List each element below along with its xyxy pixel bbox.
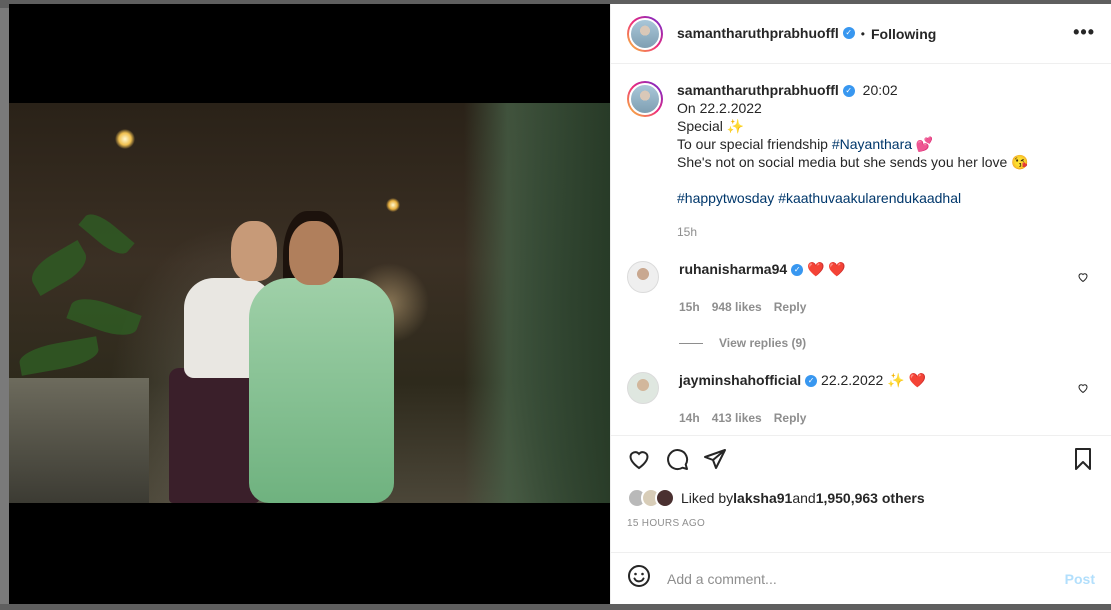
following-button[interactable]: Following: [871, 26, 936, 42]
photo-person-skirt: [169, 368, 259, 503]
post-sidebar: samantharuthprabhuoffl ✓ • Following ••• …: [610, 4, 1111, 604]
commenter-username[interactable]: jayminshahofficial: [679, 372, 801, 388]
caption-line-text: To our special friendship: [677, 136, 832, 152]
posted-ago[interactable]: 15 HOURS AGO: [627, 518, 1095, 529]
comment-text: ❤️ ❤️: [807, 261, 846, 277]
commenter-avatar[interactable]: [627, 261, 659, 293]
caption: samantharuthprabhuoffl ✓ 20:02 On 22.2.20…: [627, 81, 1095, 241]
caption-hashtags: #happytwosday #kaathuvaakularendukaadhal: [677, 189, 1029, 207]
verified-icon: ✓: [842, 85, 855, 98]
comment-age[interactable]: 14h: [679, 411, 700, 425]
verified-icon: ✓: [791, 264, 804, 277]
view-replies-label[interactable]: View replies (9): [719, 336, 806, 350]
emoji-icon[interactable]: [627, 564, 651, 593]
photo-person-head: [289, 221, 339, 285]
comment-text: 22.2.2022 ✨ ❤️: [821, 372, 926, 388]
comment-body: jayminshahofficial ✓ 22.2.2022 ✨ ❤️ 14h 4…: [679, 372, 926, 425]
comment-icon[interactable]: [665, 447, 689, 476]
liker-username[interactable]: laksha91: [733, 490, 792, 506]
comment-like-heart-icon[interactable]: [1077, 271, 1089, 283]
photo-leaf: [25, 240, 93, 296]
caption-avatar[interactable]: [627, 81, 663, 117]
caption-line: To our special friendship #Nayanthara 💕: [677, 135, 1029, 153]
post-comment-button[interactable]: Post: [1065, 571, 1095, 587]
photo-leaf: [78, 207, 135, 261]
photo-person-head: [231, 221, 277, 281]
photo-person-dress: [249, 278, 394, 503]
caption-age: 15h: [677, 225, 698, 239]
photo-leaf: [66, 291, 142, 343]
author-username-text[interactable]: samantharuthprabhuoffl: [677, 25, 839, 41]
comments-pane[interactable]: samantharuthprabhuoffl ✓ 20:02 On 22.2.20…: [611, 65, 1111, 435]
caption-body: samantharuthprabhuoffl ✓ 20:02 On 22.2.20…: [677, 81, 1029, 241]
comment-body: ruhanisharma94 ✓ ❤️ ❤️ 15h 948 likes Repl…: [679, 261, 846, 314]
comment-likes[interactable]: 948 likes: [712, 300, 762, 314]
heart-icon[interactable]: [627, 447, 651, 476]
view-replies-button[interactable]: View replies (9): [679, 336, 1095, 350]
mention-link[interactable]: #Nayanthara: [832, 136, 912, 152]
hashtag-link[interactable]: #kaathuvaakularendukaadhal: [778, 190, 961, 206]
action-icon-row: [627, 436, 1095, 486]
caption-author[interactable]: samantharuthprabhuoffl: [677, 82, 839, 98]
commenter-avatar[interactable]: [627, 372, 659, 404]
caption-time: 20:02: [862, 82, 898, 98]
share-icon[interactable]: [703, 447, 727, 476]
likes-middle: and: [792, 490, 816, 506]
reply-button[interactable]: Reply: [774, 411, 807, 425]
comment-meta: 14h 413 likes Reply: [679, 411, 926, 425]
commenter-username[interactable]: ruhanisharma94: [679, 261, 787, 277]
liker-avatars: [627, 488, 675, 508]
caption-emoji: 💕: [912, 136, 934, 152]
comment-composer: Post: [611, 552, 1111, 604]
author-username[interactable]: samantharuthprabhuoffl ✓: [677, 25, 855, 43]
liker-avatar: [655, 488, 675, 508]
photo-foreground-blur: [464, 103, 610, 503]
photo-leaf: [17, 336, 101, 376]
post-modal: samantharuthprabhuoffl ✓ • Following ••• …: [9, 4, 1111, 604]
comment-age[interactable]: 15h: [679, 300, 700, 314]
verified-icon: ✓: [805, 375, 818, 388]
verified-icon: ✓: [842, 27, 855, 40]
comment-like-heart-icon[interactable]: [1077, 382, 1089, 394]
caption-line: On 22.2.2022: [677, 100, 762, 116]
reply-button[interactable]: Reply: [774, 300, 807, 314]
view-replies-line: [679, 342, 703, 344]
post-photo[interactable]: [9, 103, 610, 503]
separator-dot: •: [860, 26, 865, 41]
author-avatar[interactable]: [627, 15, 663, 52]
hashtag-link[interactable]: #happytwosday: [677, 190, 774, 206]
likes-count[interactable]: 1,950,963 others: [816, 490, 925, 506]
backdrop-bottom: [0, 604, 1111, 610]
caption-line: Special ✨: [677, 118, 745, 134]
comment-likes[interactable]: 413 likes: [712, 411, 762, 425]
likes-summary: Liked by laksha91 and 1,950,963 others: [627, 488, 1095, 508]
bookmark-icon[interactable]: [1071, 447, 1095, 476]
comment-meta: 15h 948 likes Reply: [679, 300, 846, 314]
post-media[interactable]: [9, 4, 610, 604]
post-actions: Liked by laksha91 and 1,950,963 others 1…: [611, 435, 1111, 529]
comment-item: ruhanisharma94 ✓ ❤️ ❤️ 15h 948 likes Repl…: [627, 261, 1095, 314]
more-icon[interactable]: •••: [1073, 22, 1095, 43]
caption-line: She's not on social media but she sends …: [677, 154, 1029, 170]
comment-item: jayminshahofficial ✓ 22.2.2022 ✨ ❤️ 14h 4…: [627, 372, 1095, 425]
photo-wall: [9, 378, 149, 503]
comment-input[interactable]: [667, 570, 1065, 587]
post-header: samantharuthprabhuoffl ✓ • Following •••: [611, 4, 1111, 64]
likes-prefix: Liked by: [681, 490, 734, 506]
